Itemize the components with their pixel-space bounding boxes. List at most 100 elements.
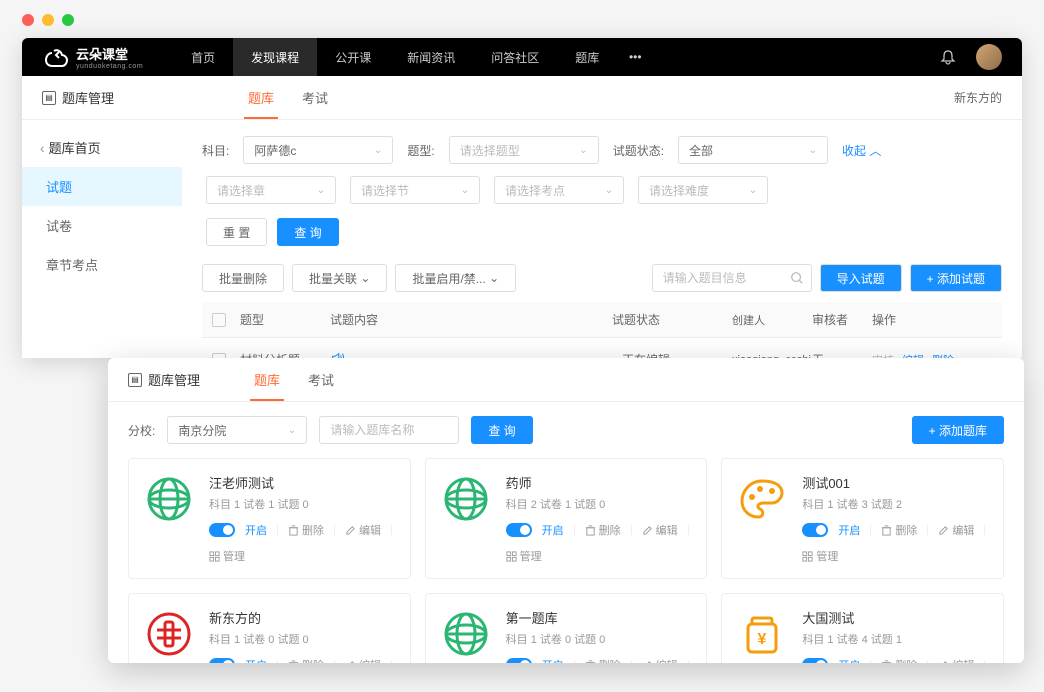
nav-item[interactable]: 新闻资讯 — [389, 38, 473, 76]
card-icon — [440, 608, 492, 660]
card-icon — [440, 473, 492, 525]
branch-select[interactable]: 南京分院 ⌄ — [167, 416, 307, 444]
tab[interactable]: 题库 — [234, 76, 288, 119]
import-button[interactable]: 导入试题 — [820, 264, 902, 292]
card-icon — [736, 473, 788, 525]
chevron-down-icon: ⌄ — [374, 145, 382, 156]
toggle-label: 开启 — [542, 522, 564, 538]
title-icon: ▤ — [42, 91, 56, 105]
search-button[interactable]: 查 询 — [277, 218, 338, 246]
card-title: 汪老师测试 — [209, 473, 396, 492]
top-header: 云朵课堂 yunduoketang.com 首页发现课程公开课新闻资讯问答社区题… — [22, 38, 1022, 76]
col-type: 题型 — [240, 311, 330, 328]
trash-icon — [881, 660, 892, 664]
edit-action[interactable]: 编辑 — [345, 522, 381, 538]
maximize-dot[interactable] — [62, 14, 74, 26]
section-select[interactable]: 请选择节 ⌄ — [350, 176, 480, 204]
back-link[interactable]: ‹ 题库首页 — [22, 128, 182, 167]
nav-more[interactable]: ••• — [617, 50, 653, 64]
bell-icon[interactable] — [940, 49, 956, 65]
chevron-down-icon: ⌄ — [288, 425, 296, 436]
grid-icon — [506, 551, 517, 562]
delete-action[interactable]: 删除 — [288, 657, 324, 663]
enable-toggle[interactable] — [209, 658, 235, 663]
nav-item[interactable]: 题库 — [557, 38, 617, 76]
nav-item[interactable]: 公开课 — [317, 38, 389, 76]
chevron-down-icon: ⌄ — [360, 271, 370, 285]
row-reviewer: 无 — [812, 351, 872, 358]
manage-action[interactable]: 管理 — [506, 548, 542, 564]
branch-label: 分校: — [128, 422, 155, 439]
enable-toggle[interactable] — [802, 523, 828, 537]
select-all-checkbox[interactable] — [212, 313, 226, 327]
minimize-dot[interactable] — [42, 14, 54, 26]
reset-button[interactable]: 重 置 — [206, 218, 267, 246]
window-front: ▤ 题库管理 题库考试 分校: 南京分院 ⌄ 查 询 + 添加题库 汪老师测试 … — [108, 358, 1024, 663]
difficulty-select[interactable]: 请选择难度 ⌄ — [638, 176, 768, 204]
enable-toggle[interactable] — [506, 658, 532, 663]
w2-tab[interactable]: 考试 — [294, 358, 348, 401]
status-select[interactable]: 全部 ⌄ — [678, 136, 828, 164]
add-button[interactable]: + 添加试题 — [910, 264, 1002, 292]
delete-action[interactable]: 删除 — [585, 522, 621, 538]
w2-search-button[interactable]: 查 询 — [471, 416, 532, 444]
delete-action[interactable]: 删除 — [288, 522, 324, 538]
nav-item[interactable]: 发现课程 — [233, 38, 317, 76]
subject-select[interactable]: 阿萨德c ⌄ — [243, 136, 393, 164]
batch-delete-button[interactable]: 批量删除 — [202, 264, 284, 292]
card-title: 药师 — [506, 473, 693, 492]
manage-action[interactable]: 管理 — [802, 548, 838, 564]
sidebar-item[interactable]: 试卷 — [22, 206, 182, 245]
card-title: 新东方的 — [209, 608, 396, 627]
edit-icon — [345, 525, 356, 536]
edit-action[interactable]: 编辑 — [345, 657, 381, 663]
mac-window-controls — [22, 14, 74, 26]
edit-action[interactable]: 编辑 — [938, 657, 974, 663]
collapse-link[interactable]: 收起 ︿ — [842, 142, 881, 159]
card-meta: 科目 1 试卷 0 试题 0 — [506, 631, 693, 647]
delete-action[interactable]: 删除 — [585, 657, 621, 663]
logo[interactable]: 云朵课堂 yunduoketang.com — [42, 44, 143, 70]
enable-toggle[interactable] — [802, 658, 828, 663]
search-icon — [790, 271, 804, 285]
bank-name-input[interactable] — [319, 416, 459, 444]
w2-tab[interactable]: 题库 — [240, 358, 294, 401]
avatar[interactable] — [976, 44, 1002, 70]
nav-item[interactable]: 问答社区 — [473, 38, 557, 76]
bank-card: 测试001 科目 1 试卷 3 试题 2 开启 删除 编辑 管理 — [721, 458, 1004, 579]
sidebar-item[interactable]: 试题 — [22, 167, 182, 206]
close-dot[interactable] — [22, 14, 34, 26]
subject-label: 科目: — [202, 142, 229, 159]
type-select[interactable]: 请选择题型 ⌄ — [449, 136, 599, 164]
enable-toggle[interactable] — [209, 523, 235, 537]
delete-action[interactable]: 删除 — [881, 522, 917, 538]
tab[interactable]: 考试 — [288, 76, 342, 119]
questions-table: 题型 试题内容 试题状态 创建人 审核者 操作 材料分析题 正在编辑 xiaoq… — [202, 302, 1002, 358]
edit-action[interactable]: 编辑 — [642, 522, 678, 538]
card-title: 大国测试 — [802, 608, 989, 627]
nav-item[interactable]: 首页 — [173, 38, 233, 76]
search-input[interactable] — [652, 264, 812, 292]
logo-subtitle: yunduoketang.com — [76, 63, 143, 70]
edit-action[interactable]: 编辑 — [938, 522, 974, 538]
col-reviewer: 审核者 — [812, 311, 872, 328]
edit-icon — [938, 525, 949, 536]
point-select[interactable]: 请选择考点 ⌄ — [494, 176, 624, 204]
card-meta: 科目 2 试卷 1 试题 0 — [506, 496, 693, 512]
w2-header: ▤ 题库管理 题库考试 — [108, 358, 1024, 402]
batch-enable-button[interactable]: 批量启用/禁... ⌄ — [395, 264, 516, 292]
chapter-select[interactable]: 请选择章 ⌄ — [206, 176, 336, 204]
batch-link-button[interactable]: 批量关联 ⌄ — [292, 264, 387, 292]
card-icon — [143, 608, 195, 660]
manage-action[interactable]: 管理 — [209, 548, 245, 564]
delete-action[interactable]: 删除 — [881, 657, 917, 663]
page-title: ▤ 题库管理 — [42, 88, 114, 107]
edit-action[interactable]: 编辑 — [642, 657, 678, 663]
bank-card: 汪老师测试 科目 1 试卷 1 试题 0 开启 删除 编辑 管理 — [128, 458, 411, 579]
enable-toggle[interactable] — [506, 523, 532, 537]
subheader-right-text: 新东方的 — [954, 89, 1002, 106]
edit-icon — [345, 660, 356, 664]
sidebar-item[interactable]: 章节考点 — [22, 245, 182, 284]
bank-cards: 汪老师测试 科目 1 试卷 1 试题 0 开启 删除 编辑 管理 — [108, 458, 1024, 663]
add-bank-button[interactable]: + 添加题库 — [912, 416, 1004, 444]
